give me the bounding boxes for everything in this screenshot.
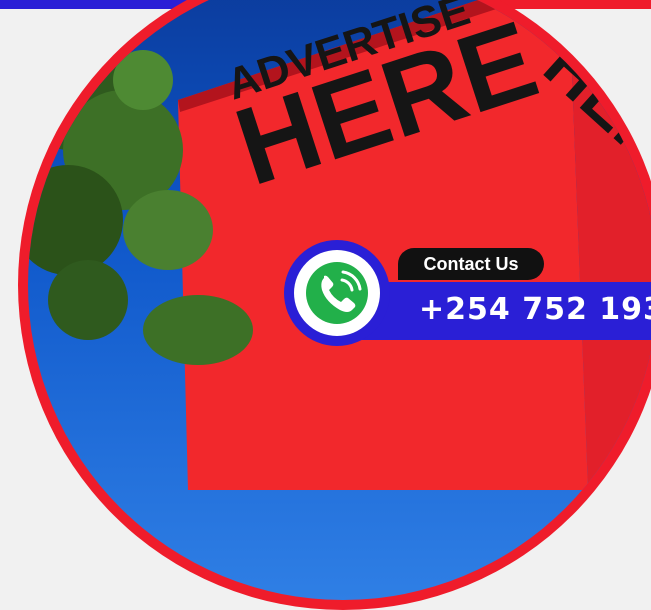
phone-call-icon: [306, 262, 368, 324]
contact-label: Contact Us: [398, 248, 544, 280]
phone-number[interactable]: +254 752 193: [419, 292, 651, 327]
contact-banner[interactable]: Contact Us +254 752 193: [284, 240, 651, 354]
phone-badge-inner: [294, 250, 380, 336]
phone-badge[interactable]: [284, 240, 390, 346]
